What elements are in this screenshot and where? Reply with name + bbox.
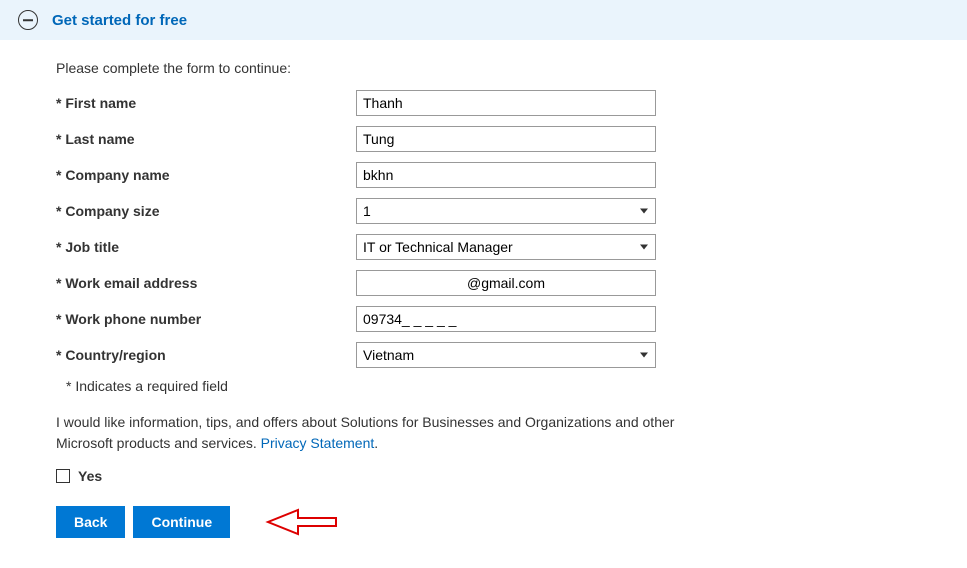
banner: Get started for free (0, 0, 967, 40)
company-size-select[interactable]: 1 (356, 198, 656, 224)
first-name-input[interactable] (356, 90, 656, 116)
required-note: * Indicates a required field (66, 378, 967, 394)
last-name-input[interactable] (356, 126, 656, 152)
arrow-annotation-icon (258, 506, 338, 538)
checkbox-icon[interactable] (56, 469, 70, 483)
row-work-email: * Work email address (56, 270, 967, 296)
label-work-phone: * Work phone number (56, 311, 356, 327)
label-work-email: * Work email address (56, 275, 356, 291)
row-company-size: * Company size 1 (56, 198, 967, 224)
checkbox-row[interactable]: Yes (56, 468, 967, 484)
label-last-name: * Last name (56, 131, 356, 147)
label-company-name: * Company name (56, 167, 356, 183)
country-select[interactable]: Vietnam (356, 342, 656, 368)
row-work-phone: * Work phone number (56, 306, 967, 332)
row-company-name: * Company name (56, 162, 967, 188)
collapse-icon[interactable] (18, 10, 38, 30)
consent-period: . (374, 435, 378, 451)
instruction-text: Please complete the form to continue: (56, 60, 967, 76)
job-title-select[interactable]: IT or Technical Manager (356, 234, 656, 260)
label-country: * Country/region (56, 347, 356, 363)
label-company-size: * Company size (56, 203, 356, 219)
row-last-name: * Last name (56, 126, 967, 152)
company-name-input[interactable] (356, 162, 656, 188)
label-job-title: * Job title (56, 239, 356, 255)
label-first-name: * First name (56, 95, 356, 111)
work-phone-input[interactable] (356, 306, 656, 332)
work-email-input[interactable] (356, 270, 656, 296)
row-job-title: * Job title IT or Technical Manager (56, 234, 967, 260)
privacy-link[interactable]: Privacy Statement (261, 435, 375, 451)
content: Please complete the form to continue: * … (0, 40, 967, 568)
row-first-name: * First name (56, 90, 967, 116)
continue-button[interactable]: Continue (133, 506, 230, 538)
banner-title: Get started for free (52, 12, 187, 29)
button-row: Back Continue (56, 506, 967, 538)
back-button[interactable]: Back (56, 506, 125, 538)
row-country: * Country/region Vietnam (56, 342, 967, 368)
consent-text: I would like information, tips, and offe… (56, 412, 676, 454)
checkbox-label: Yes (78, 468, 102, 484)
